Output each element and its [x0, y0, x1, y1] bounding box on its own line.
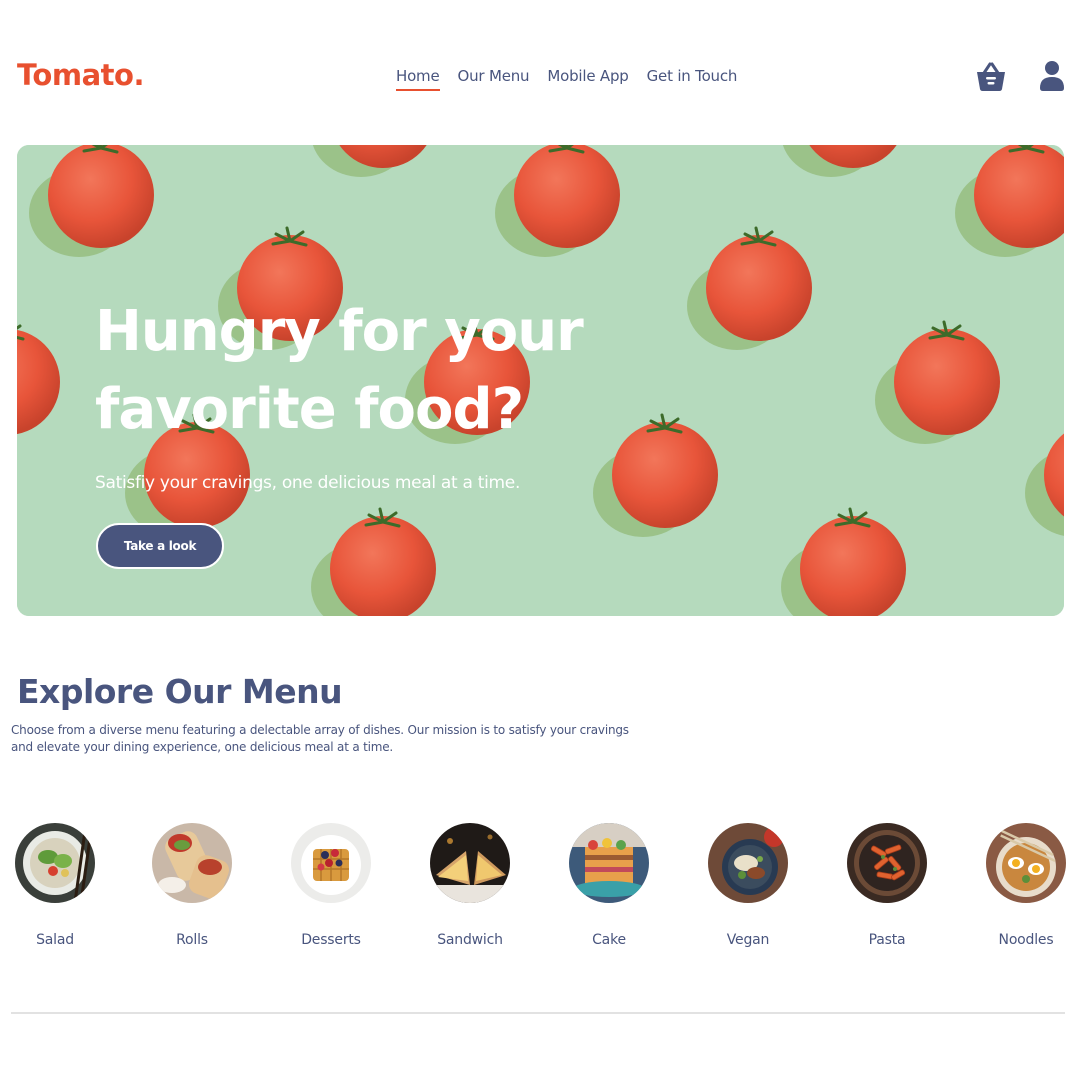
- menu-category-list: Salad Rolls Desserts Sandwich Cake Vegan…: [0, 820, 1080, 960]
- nav-links: Home Our Menu Mobile App Get in Touch: [396, 67, 737, 91]
- nav-link-home[interactable]: Home: [396, 67, 440, 91]
- menu-item-rolls[interactable]: Rolls: [137, 820, 247, 960]
- menu-item-cake[interactable]: Cake: [554, 820, 664, 960]
- sandwich-image: [430, 823, 510, 903]
- menu-item-label: Salad: [36, 932, 74, 948]
- hero-subtitle: Satisfiy your cravings, one delicious me…: [95, 473, 521, 493]
- menu-item-sandwich[interactable]: Sandwich: [415, 820, 525, 960]
- logo[interactable]: Tomato.: [17, 58, 144, 92]
- menu-item-label: Noodles: [998, 932, 1054, 948]
- menu-item-pasta[interactable]: Pasta: [832, 820, 942, 960]
- pasta-image: [847, 823, 927, 903]
- desserts-image: [291, 823, 371, 903]
- explore-menu-title: Explore Our Menu: [17, 672, 343, 711]
- menu-item-label: Sandwich: [437, 932, 503, 948]
- menu-item-label: Pasta: [868, 932, 906, 948]
- navbar: Tomato. Home Our Menu Mobile App Get in …: [0, 0, 1080, 145]
- menu-item-label: Cake: [592, 932, 626, 948]
- logo-dot: .: [133, 58, 144, 92]
- noodles-image: [986, 823, 1066, 903]
- menu-item-vegan[interactable]: Vegan: [693, 820, 803, 960]
- logo-text: Tomato: [17, 58, 134, 92]
- menu-item-label: Rolls: [176, 932, 208, 948]
- menu-item-desserts[interactable]: Desserts: [276, 820, 386, 960]
- user-icon[interactable]: [1039, 60, 1065, 92]
- menu-item-label: Vegan: [726, 932, 770, 948]
- take-a-look-button[interactable]: Take a look: [96, 523, 224, 569]
- hero-banner: Hungry for your favorite food? Satisfiy …: [17, 145, 1064, 616]
- cake-image: [569, 823, 649, 903]
- section-divider: [11, 1012, 1065, 1014]
- explore-menu-text: Choose from a diverse menu featuring a d…: [11, 723, 629, 754]
- menu-item-label: Desserts: [301, 932, 361, 948]
- hero-title: Hungry for your favorite food?: [95, 299, 584, 442]
- salad-image: [15, 823, 95, 903]
- rolls-image: [152, 823, 232, 903]
- hero-content: Hungry for your favorite food? Satisfiy …: [95, 293, 615, 493]
- basket-icon[interactable]: [976, 60, 1006, 92]
- nav-link-contact[interactable]: Get in Touch: [647, 67, 738, 91]
- menu-item-noodles[interactable]: Noodles: [971, 820, 1080, 960]
- nav-link-menu[interactable]: Our Menu: [458, 67, 530, 91]
- nav-link-mobile-app[interactable]: Mobile App: [547, 67, 628, 91]
- vegan-image: [708, 823, 788, 903]
- menu-item-salad[interactable]: Salad: [0, 820, 110, 960]
